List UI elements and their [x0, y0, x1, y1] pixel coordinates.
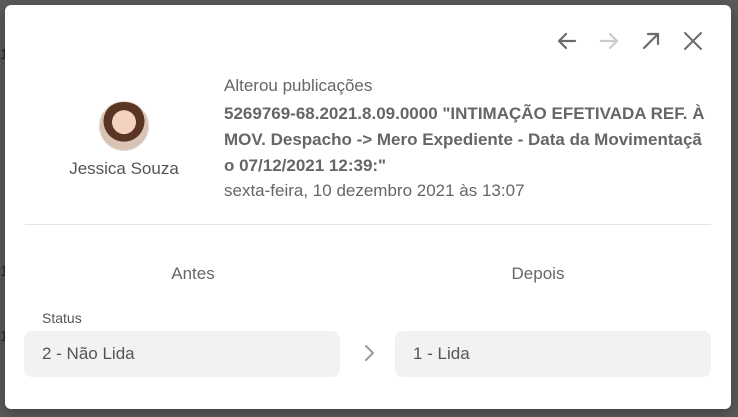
- avatar: [99, 101, 149, 151]
- arrow-right-icon: [599, 32, 619, 50]
- modal-toolbar: [553, 27, 707, 55]
- before-title: Antes: [171, 264, 215, 283]
- event-block: Alterou publicações 5269769-68.2021.8.09…: [224, 75, 709, 202]
- chevron-right-icon: [365, 345, 374, 361]
- after-value: 1 - Lida: [395, 331, 711, 377]
- before-value: 2 - Não Lida: [24, 331, 340, 377]
- next-button[interactable]: [595, 27, 623, 55]
- field-label-status: Status: [42, 310, 82, 326]
- event-action: Alterou publicações: [224, 76, 373, 95]
- author-name: Jessica Souza: [69, 159, 179, 178]
- expand-button[interactable]: [637, 27, 665, 55]
- history-detail-modal: Jessica Souza Alterou publicações 526976…: [5, 5, 731, 409]
- close-button[interactable]: [679, 27, 707, 55]
- expand-icon: [642, 32, 660, 50]
- divider: [25, 224, 711, 225]
- event-description: 5269769-68.2021.8.09.0000 "INTIMAÇÃO EFE…: [224, 104, 705, 175]
- arrow-left-icon: [557, 32, 577, 50]
- event-date: sexta-feira, 10 dezembro 2021 às 13:07: [224, 181, 525, 200]
- close-icon: [684, 32, 702, 50]
- author-block: Jessica Souza: [55, 101, 193, 179]
- previous-button[interactable]: [553, 27, 581, 55]
- after-title: Depois: [511, 264, 565, 283]
